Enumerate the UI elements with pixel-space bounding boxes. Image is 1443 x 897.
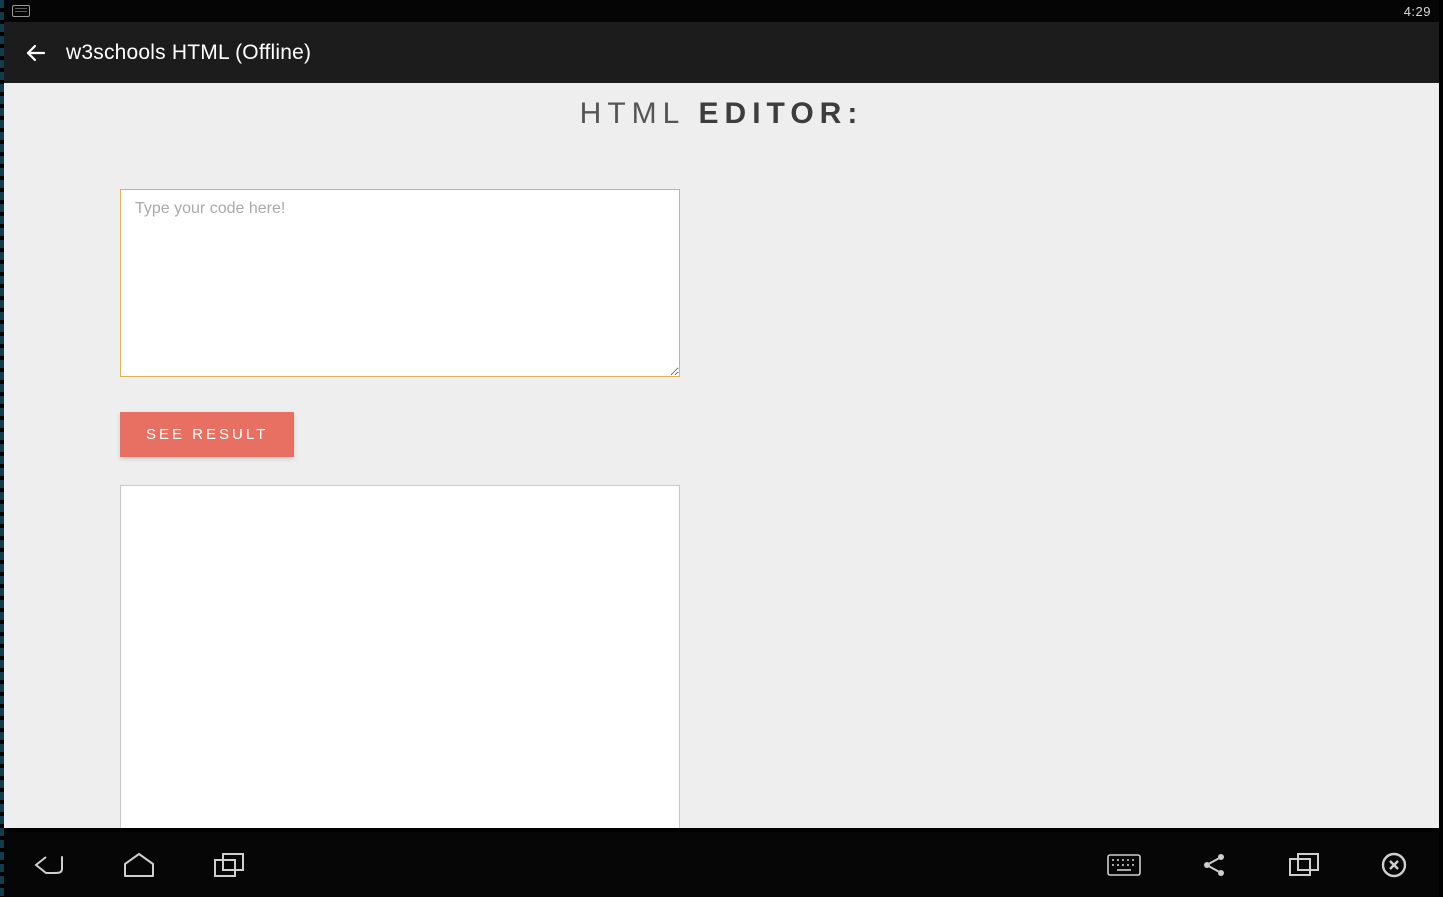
nav-left-group: [28, 844, 250, 886]
nav-home-button[interactable]: [118, 844, 160, 886]
nav-back-button[interactable]: [28, 844, 70, 886]
keyboard-active-icon: [12, 5, 30, 17]
status-bar: 4:29: [4, 0, 1439, 22]
nav-screenshot-button[interactable]: [1283, 844, 1325, 886]
nav-close-button[interactable]: [1373, 844, 1415, 886]
share-icon: [1201, 852, 1227, 878]
status-left: [12, 5, 30, 17]
page-heading: HTML EDITOR:: [4, 97, 1439, 131]
code-input[interactable]: [120, 189, 680, 377]
nav-right-group: [1103, 844, 1415, 886]
nav-keyboard-button[interactable]: [1103, 844, 1145, 886]
content-area: HTML EDITOR: SEE RESULT: [4, 83, 1439, 828]
app-title: w3schools HTML (Offline): [66, 41, 311, 65]
see-result-button[interactable]: SEE RESULT: [120, 412, 294, 457]
result-preview-frame: [120, 485, 680, 828]
keyboard-icon: [1107, 854, 1141, 876]
heading-light: HTML: [580, 97, 699, 130]
nav-recent-icon: [213, 852, 245, 878]
arrow-left-icon: [24, 41, 48, 65]
nav-share-button[interactable]: [1193, 844, 1235, 886]
close-circle-icon: [1380, 851, 1408, 879]
heading-bold: EDITOR:: [699, 97, 864, 130]
system-nav-bar: [4, 832, 1439, 897]
device-frame: 4:29 w3schools HTML (Offline) HTML EDITO…: [0, 0, 1443, 897]
nav-home-icon: [122, 852, 156, 878]
app-bar: w3schools HTML (Offline): [4, 22, 1439, 83]
back-button[interactable]: [20, 37, 52, 69]
status-clock: 4:29: [1404, 4, 1431, 19]
nav-recent-button[interactable]: [208, 844, 250, 886]
nav-back-icon: [32, 851, 66, 879]
screenshot-icon: [1289, 853, 1319, 877]
editor-column: SEE RESULT: [120, 189, 680, 828]
